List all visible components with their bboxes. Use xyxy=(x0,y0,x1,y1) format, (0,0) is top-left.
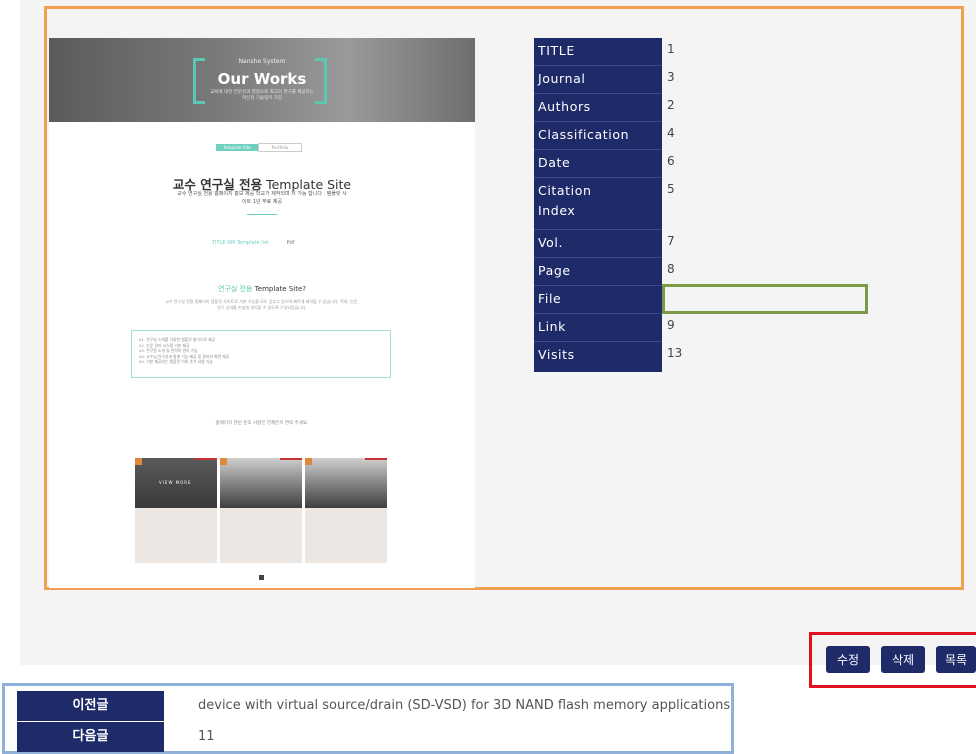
field-label: Visits xyxy=(534,342,662,372)
card-image xyxy=(220,458,302,508)
card-tag xyxy=(135,458,142,465)
field-row-visits: Visits 13 xyxy=(534,342,864,372)
section-title-rest: Template Site? xyxy=(254,285,306,293)
card-tag xyxy=(305,458,312,465)
card-accent xyxy=(365,458,387,460)
preview-section-description: 교수 연구실 전용 홈페이지 템플릿 사이트로 기본 기능을 모두 갖추고 있으… xyxy=(165,299,359,310)
preview-tab: Template Site xyxy=(216,144,258,151)
meta-right: Pdf xyxy=(286,240,295,246)
field-label: Page xyxy=(534,258,662,286)
field-label: Link xyxy=(534,314,662,342)
field-value: 7 xyxy=(667,234,675,248)
field-value[interactable]: 9 xyxy=(666,314,856,342)
field-row-page: Page 8 xyxy=(534,258,864,286)
edit-button[interactable]: 수정 xyxy=(826,646,870,673)
card-label: VIEW MORE xyxy=(159,480,192,485)
field-row-journal: Journal 3 xyxy=(534,66,864,94)
hero-subtitle: Nanshe System xyxy=(238,58,286,65)
divider xyxy=(247,214,277,215)
hero-description: 교육에 대한 전문성과 열정으로 최고의 연구를 제공하는 혁신적 기술팀이 가… xyxy=(210,90,314,101)
field-value: 6 xyxy=(667,154,675,168)
field-value: 2 xyxy=(667,98,675,112)
hero-banner: Nanshe System Our Works 교육에 대한 전문성과 열정으로… xyxy=(49,38,475,122)
field-row-title: TITLE 1 xyxy=(534,38,864,66)
field-value: 1 xyxy=(667,42,675,56)
field-label: Citation Index xyxy=(534,178,662,230)
preview-meta-row: TITLE NM Template list Pdf xyxy=(212,240,294,246)
field-value: 8 xyxy=(667,262,675,276)
section-title-colored: 연구실 전용 xyxy=(218,285,253,293)
delete-button[interactable]: 삭제 xyxy=(881,646,925,673)
field-value: 5 xyxy=(667,182,675,196)
prev-post-label: 이전글 xyxy=(17,691,164,721)
field-label: Vol. xyxy=(534,230,662,258)
next-post-link[interactable]: 11 xyxy=(198,722,215,752)
preview-image: Nanshe System Our Works 교육에 대한 전문성과 열정으로… xyxy=(49,38,475,588)
card-accent xyxy=(280,458,302,460)
hero-title: Our Works xyxy=(217,70,307,88)
field-value: 3 xyxy=(667,70,675,84)
portfolio-card: VIEW MORE xyxy=(135,458,217,563)
field-row-citation-index: Citation Index 5 xyxy=(534,178,864,230)
pager-dot[interactable] xyxy=(259,575,264,580)
meta-left: TITLE NM Template list xyxy=(212,240,269,246)
field-row-authors: Authors 2 xyxy=(534,94,864,122)
field-label: Journal xyxy=(534,66,662,94)
card-image xyxy=(305,458,387,508)
field-row-classification: Classification 4 xyxy=(534,122,864,150)
field-row-date: Date 6 xyxy=(534,150,864,178)
file-highlight-frame xyxy=(662,284,868,314)
field-label: TITLE xyxy=(534,38,662,66)
portfolio-card xyxy=(220,458,302,563)
preview-site-description: 교수 연구실 전용 홈페이지 홍보 제공 학교가 제작되며 저 가능 합니다 ·… xyxy=(177,191,347,205)
field-label: File xyxy=(534,286,662,314)
field-label: Authors xyxy=(534,94,662,122)
preview-info-box: 01. 연구실 소개를 다양한 템플릿 형식으로 제공 02. 논문 관리 시스… xyxy=(131,330,391,378)
field-row-vol: Vol. 7 xyxy=(534,230,864,258)
field-value: 13 xyxy=(667,346,683,360)
preview-contact-text: 홈페이지 관련 문의 사항은 언제든지 연락 주세요. xyxy=(215,421,309,426)
prev-post-link[interactable]: device with virtual source/drain (SD-VSD… xyxy=(198,691,730,721)
field-label: Date xyxy=(534,150,662,178)
preview-section-title: 연구실 전용 Template Site? xyxy=(49,284,475,294)
field-label: Classification xyxy=(534,122,662,150)
next-post-label: 다음글 xyxy=(17,722,164,752)
field-value: 4 xyxy=(667,126,675,140)
preview-tab: Portfolio xyxy=(258,143,302,152)
field-row-link: Link 9 xyxy=(534,314,864,342)
list-button[interactable]: 목록 xyxy=(936,646,976,673)
preview-tabs: Template Site Portfolio xyxy=(216,134,302,153)
card-tag xyxy=(220,458,227,465)
info-line: 05. 기본 제공되는 템플릿 이외 추가 요청 가능 xyxy=(139,359,213,365)
card-accent xyxy=(195,458,217,460)
portfolio-card xyxy=(305,458,387,563)
